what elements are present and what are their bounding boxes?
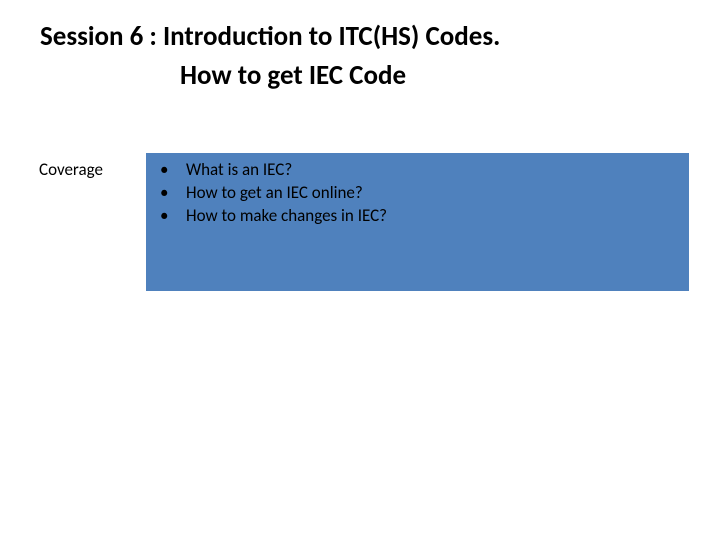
coverage-bullet-list: • What is an IEC? • How to get an IEC on…	[156, 159, 679, 228]
list-item: • How to get an IEC online?	[156, 182, 679, 205]
bullet-text: What is an IEC?	[186, 159, 679, 182]
slide-title-line1: Session 6 : Introduction to ITC(HS) Code…	[30, 20, 690, 53]
bullet-icon: •	[156, 205, 186, 228]
bullet-icon: •	[156, 159, 186, 182]
slide-title-line2: How to get IEC Code	[30, 59, 690, 92]
bullet-text: How to get an IEC online?	[186, 182, 679, 205]
bullet-icon: •	[156, 182, 186, 205]
bullet-text: How to make changes in IEC?	[186, 205, 679, 228]
coverage-label-cell: Coverage	[30, 152, 145, 292]
list-item: • How to make changes in IEC?	[156, 205, 679, 228]
coverage-table: Coverage • What is an IEC? • How to get …	[30, 152, 690, 292]
list-item: • What is an IEC?	[156, 159, 679, 182]
coverage-content-cell: • What is an IEC? • How to get an IEC on…	[145, 152, 690, 292]
